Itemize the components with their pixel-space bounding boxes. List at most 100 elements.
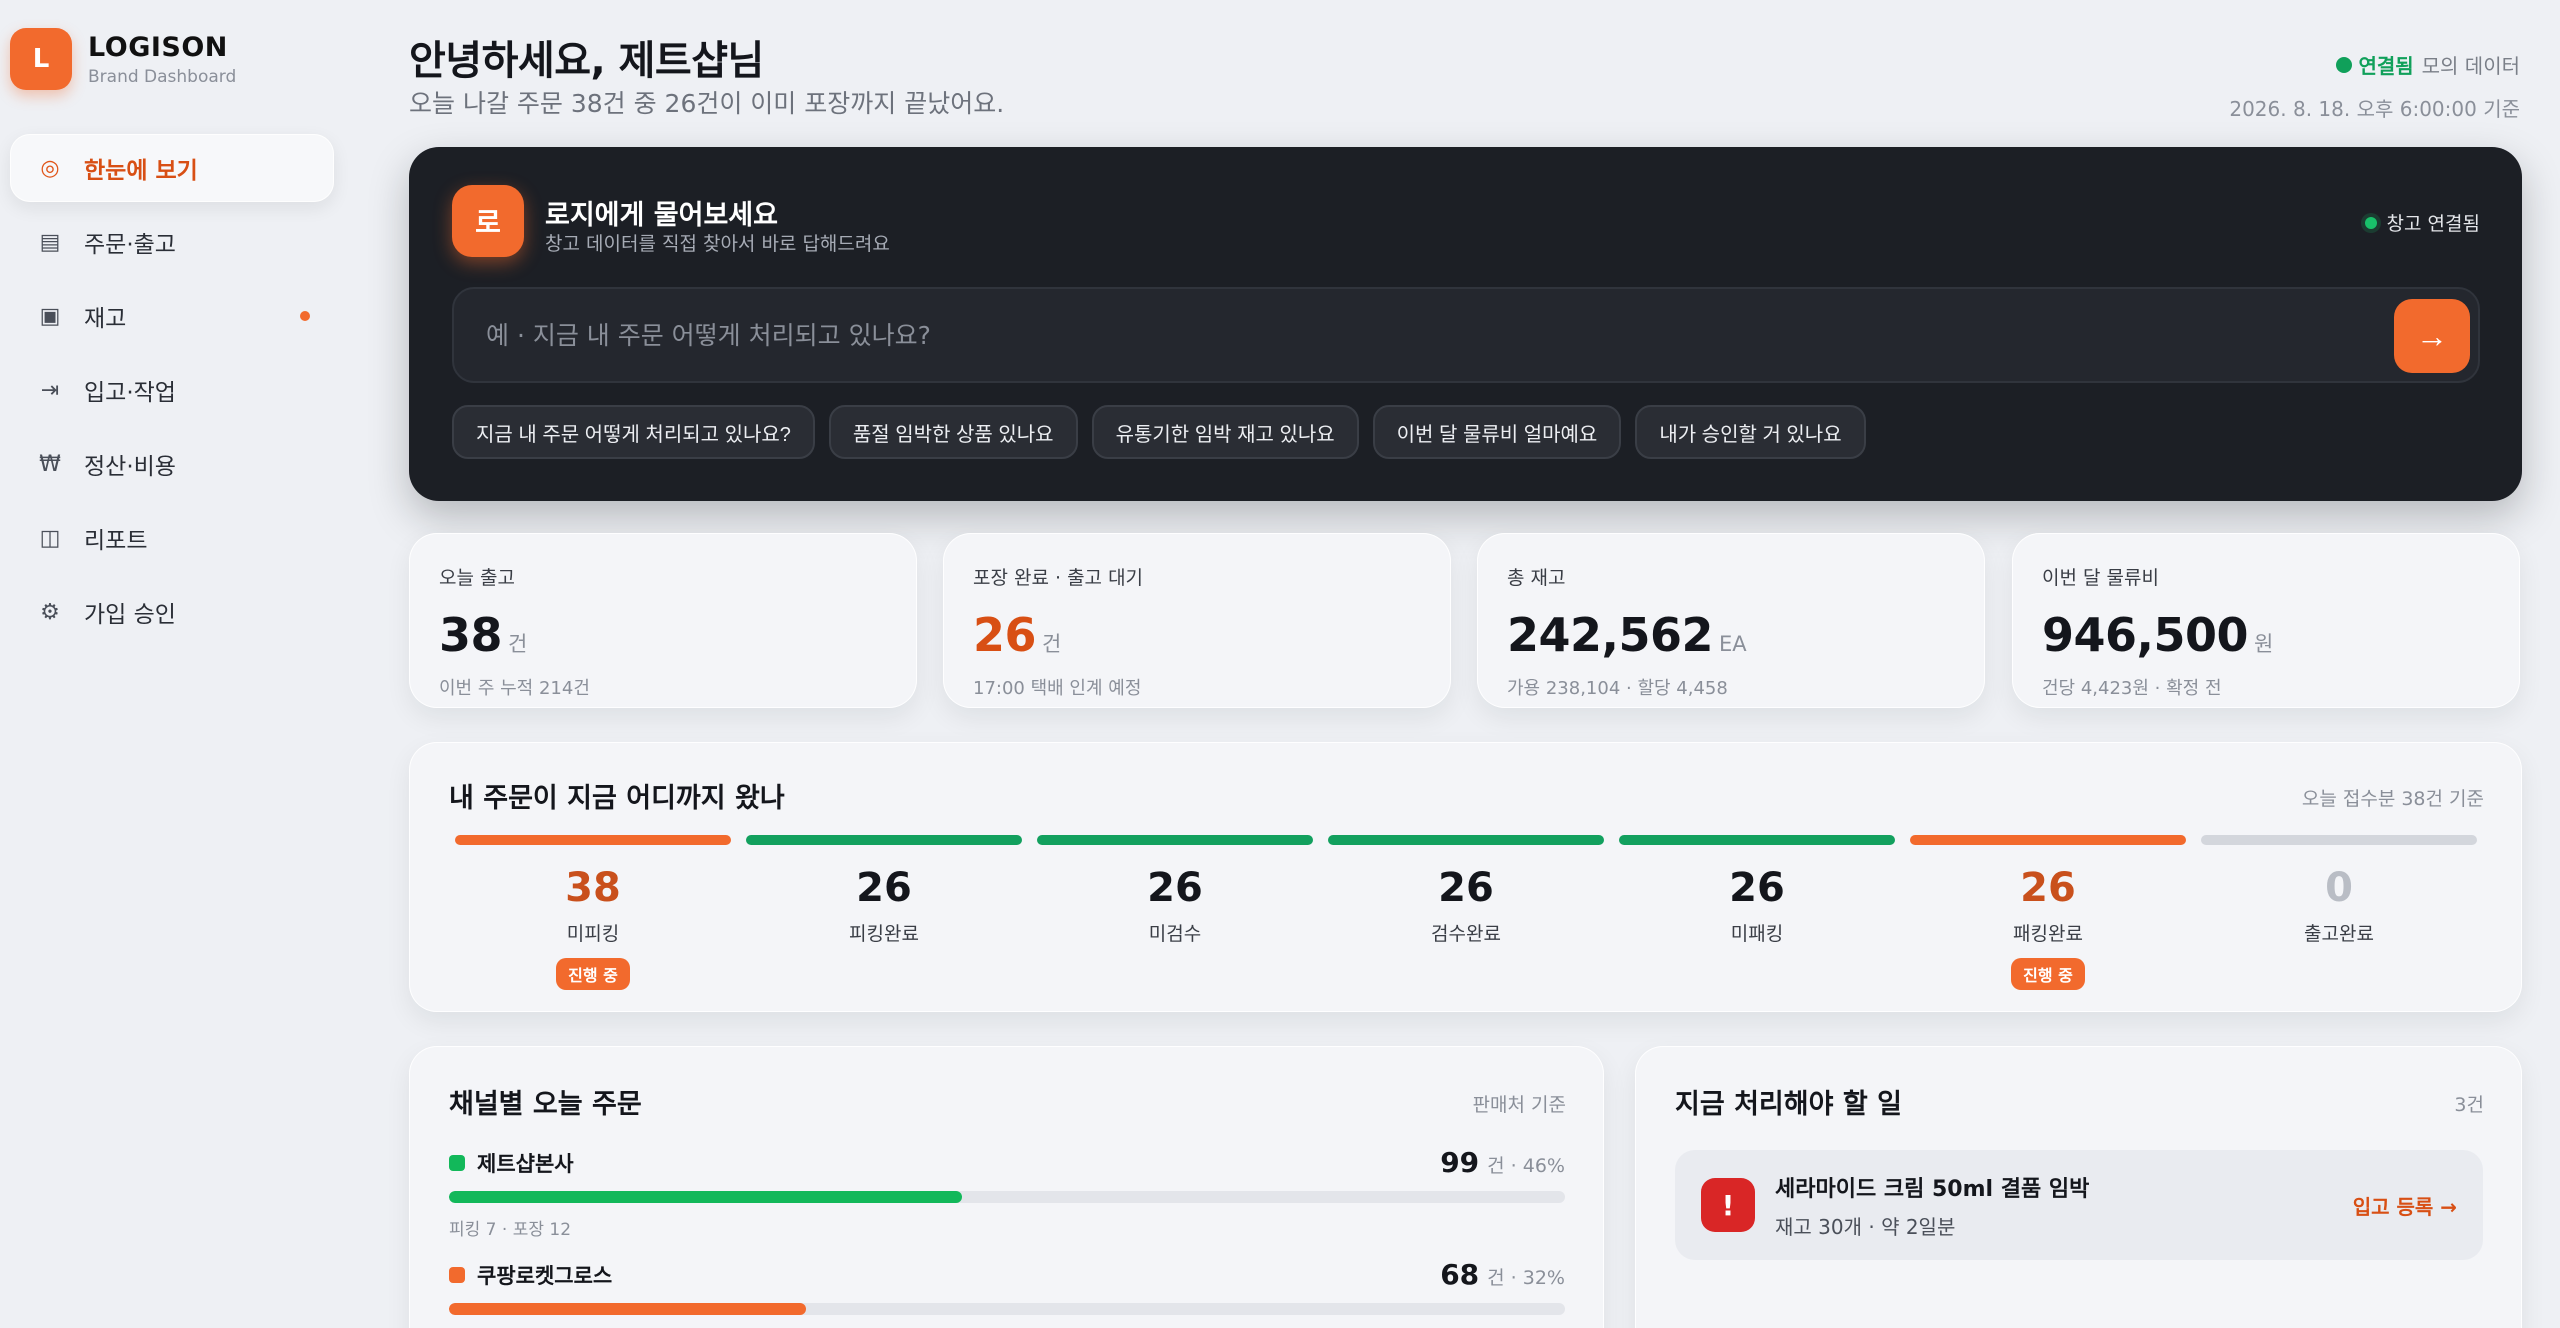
status-dot-icon — [2364, 216, 2377, 229]
sidebar-item-2[interactable]: ▣ 재고 — [10, 282, 334, 350]
stage-progress-bar — [455, 835, 731, 845]
page-title: 안녕하세요, 제트샵님 — [409, 38, 764, 84]
pipeline-stage: 0 출고완료 — [2201, 835, 2477, 946]
sidebar-item-4[interactable]: ₩ 정산·비용 — [10, 430, 334, 498]
pipeline-title: 내 주문이 지금 어디까지 왔나 — [449, 783, 785, 814]
stat-card: 이번 달 물류비 946,500 원 건당 4,423원 · 확정 전 — [2012, 533, 2520, 708]
in-progress-badge: 진행 중 — [556, 958, 630, 990]
stage-label: 출고완료 — [2304, 923, 2374, 945]
target-icon: ◎ — [40, 155, 60, 181]
suggestion-chip[interactable]: 유통기한 임박 재고 있나요 — [1091, 405, 1359, 459]
channel-title: 채널별 오늘 주문 — [449, 1089, 642, 1120]
suggested-questions: 지금 내 주문 어떻게 처리되고 있나요? 품절 임박한 상품 있나요 유통기한 임… — [452, 405, 1880, 459]
stage-label: 검수완료 — [1431, 923, 1501, 945]
channel-row: 쿠팡로켓그로스68건 · 32%피킹 1 · 포장 9 — [449, 1258, 1565, 1328]
suggestion-chip[interactable]: 내가 승인할 거 있나요 — [1635, 405, 1866, 459]
todo-item-detail: 재고 30개 · 약 2일분 — [1775, 1214, 1956, 1239]
channel-progress-track — [449, 1191, 1565, 1203]
channel-progress-fill — [449, 1191, 963, 1203]
brand-name: LOGISON — [88, 31, 228, 63]
stat-note: 이번 주 누적 214건 — [439, 678, 590, 699]
sidebar-nav: ◎ 한눈에 보기 ▤ 주문·출고 ▣ 재고 ⇥ 입고·작업 ₩ 정산·비용 ◫ 리포트 ⚙ 가입 승인 — [10, 134, 334, 652]
last-updated-timestamp: 2026. 8. 18. 오후 6:00:00 기준 — [2229, 97, 2520, 121]
stage-label: 미패킹 — [1730, 923, 1784, 945]
stat-unit: 건 — [508, 632, 528, 656]
channel-meta: 판매처 기준 — [1472, 1094, 1566, 1116]
status-connected-label: 연결됨 — [2358, 54, 2414, 78]
sidebar-item-label: 재고 — [84, 306, 127, 332]
sidebar-item-label: 주문·출고 — [84, 232, 176, 258]
assistant-avatar: 로 — [452, 185, 524, 257]
pipeline-stage: 26 패킹완료 진행 중 — [1910, 835, 2186, 990]
gear-icon: ⚙ — [40, 599, 60, 625]
alert-icon: ! — [1701, 1178, 1755, 1232]
stat-label: 총 재고 — [1507, 567, 1566, 589]
stage-label: 미피킹 — [566, 923, 620, 945]
stage-count: 26 — [1147, 865, 1203, 911]
warehouse-status: 창고 연결됨 — [2364, 209, 2480, 236]
todo-count: 3건 — [2454, 1094, 2484, 1116]
suggestion-chip[interactable]: 지금 내 주문 어떻게 처리되고 있나요? — [452, 405, 815, 459]
stage-count: 26 — [2020, 865, 2076, 911]
stat-value: 242,562 — [1507, 608, 1714, 662]
sidebar: L LOGISON Brand Dashboard ◎ 한눈에 보기 ▤ 주문·출고 ▣… — [0, 0, 356, 1328]
stat-label: 포장 완료 · 출고 대기 — [973, 567, 1144, 589]
todo-card: 지금 처리해야 할 일 3건 ! 세라마이드 크림 50ml 결품 임박재고 30… — [1635, 1046, 2522, 1328]
channel-progress-track — [449, 1303, 1565, 1315]
sidebar-item-0[interactable]: ◎ 한눈에 보기 — [10, 134, 334, 202]
channel-color-swatch — [449, 1154, 465, 1171]
pipeline-stage: 26 검수완료 — [1328, 835, 1604, 946]
list-icon: ▤ — [39, 229, 61, 255]
brand[interactable]: L LOGISON Brand Dashboard — [10, 28, 236, 90]
page-subtitle: 오늘 나갈 주문 38건 중 26건이 이미 포장까지 끝났어요. — [409, 89, 1005, 118]
suggestion-chip[interactable]: 이번 달 물류비 얼마예요 — [1372, 405, 1622, 459]
box-icon: ▣ — [39, 303, 61, 329]
register-inbound-link[interactable]: 입고 등록 → — [2353, 1191, 2457, 1220]
sidebar-item-label: 가입 승인 — [84, 602, 176, 628]
stage-progress-bar — [1910, 835, 2186, 845]
stat-value: 38 — [439, 608, 503, 662]
channel-share: 건 · 46% — [1487, 1155, 1565, 1177]
stage-progress-bar — [746, 835, 1022, 845]
stage-count: 26 — [1438, 865, 1494, 911]
stat-label: 오늘 출고 — [439, 567, 515, 589]
todo-item-title: 세라마이드 크림 50ml 결품 임박 — [1775, 1176, 2090, 1202]
pipeline-stage: 26 피킹완료 — [746, 835, 1022, 946]
stage-count: 26 — [1729, 865, 1785, 911]
in-progress-badge: 진행 중 — [2011, 958, 2085, 990]
stage-progress-bar — [1037, 835, 1313, 845]
assistant-subtitle: 창고 데이터를 직접 찾아서 바로 답해드려요 — [545, 233, 890, 255]
sidebar-item-5[interactable]: ◫ 리포트 — [10, 504, 334, 572]
stage-progress-bar — [2201, 835, 2477, 845]
assistant-question-input[interactable] — [486, 320, 2286, 350]
stat-note: 가용 238,104 · 할당 4,458 — [1507, 678, 1728, 699]
sidebar-item-label: 입고·작업 — [84, 380, 176, 406]
sidebar-item-label: 정산·비용 — [84, 454, 176, 480]
channel-detail: 피킹 7 · 포장 12 — [449, 1220, 572, 1240]
stage-label: 미검수 — [1148, 923, 1202, 945]
stage-count: 38 — [565, 865, 621, 911]
stat-unit: 건 — [1042, 632, 1062, 656]
sidebar-item-3[interactable]: ⇥ 입고·작업 — [10, 356, 334, 424]
assistant-title: 로지에게 물어보세요 — [545, 200, 778, 231]
sidebar-item-1[interactable]: ▤ 주문·출고 — [10, 208, 334, 276]
inbound-arrow-icon: ⇥ — [40, 377, 60, 403]
stat-value: 26 — [973, 608, 1037, 662]
pipeline-stage: 26 미패킹 — [1619, 835, 1895, 946]
brand-logo: L — [10, 28, 72, 90]
pipeline-stage: 26 미검수 — [1037, 835, 1313, 946]
suggestion-chip[interactable]: 품절 임박한 상품 있나요 — [828, 405, 1078, 459]
connection-status: 연결됨 모의 데이터 2026. 8. 18. 오후 6:00:00 기준 — [2229, 50, 2520, 122]
won-icon: ₩ — [39, 451, 61, 477]
send-button[interactable]: → — [2394, 299, 2470, 373]
todo-title: 지금 처리해야 할 일 — [1675, 1089, 1902, 1120]
sidebar-item-6[interactable]: ⚙ 가입 승인 — [10, 578, 334, 646]
stage-progress-bar — [1328, 835, 1604, 845]
assistant-input-box: → — [452, 287, 2480, 383]
status-mode-label: 모의 데이터 — [2421, 54, 2520, 78]
pipeline-stage: 38 미피킹진행 중 — [455, 835, 731, 990]
stage-progress-bar — [1619, 835, 1895, 845]
channel-share: 건 · 32% — [1487, 1267, 1565, 1289]
channel-count: 99 — [1440, 1146, 1480, 1179]
todo-item[interactable]: ! 세라마이드 크림 50ml 결품 임박재고 30개 · 약 2일분 입고 등록 … — [1675, 1150, 2483, 1260]
